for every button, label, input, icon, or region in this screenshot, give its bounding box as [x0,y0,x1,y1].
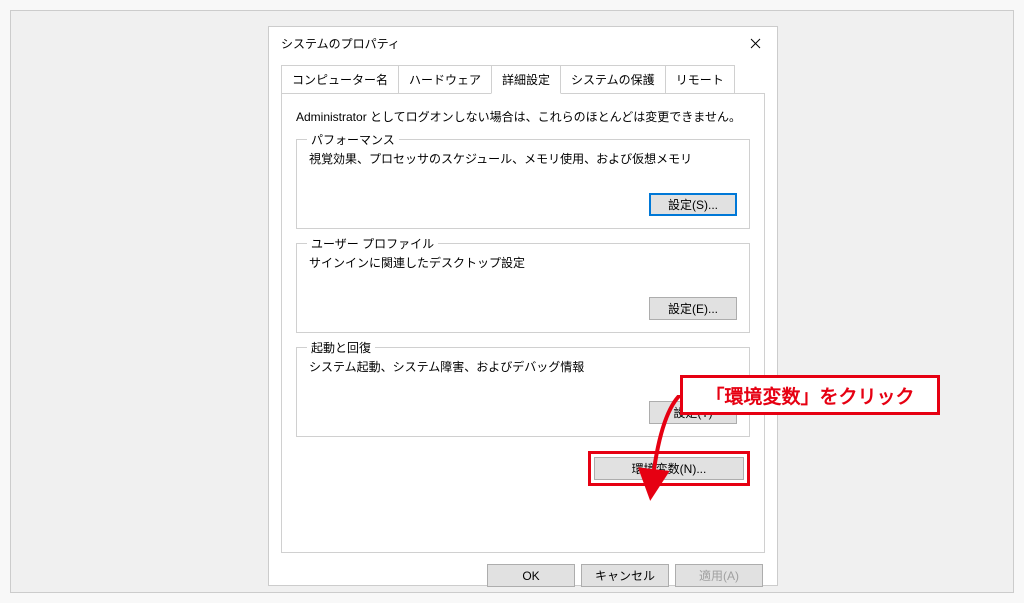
tab-hardware[interactable]: ハードウェア [398,65,492,94]
user-profile-legend: ユーザー プロファイル [307,235,438,252]
performance-settings-button[interactable]: 設定(S)... [649,193,737,216]
tabs: コンピューター名 ハードウェア 詳細設定 システムの保護 リモート [281,65,765,94]
startup-legend: 起動と回復 [307,339,375,356]
cancel-button[interactable]: キャンセル [581,564,669,587]
user-profile-settings-button[interactable]: 設定(E)... [649,297,737,320]
outer-frame: システムのプロパティ コンピューター名 ハードウェア 詳細設定 システムの保護 … [10,10,1014,593]
performance-legend: パフォーマンス [307,131,399,148]
env-row: 環境変数(N)... [296,451,750,486]
close-button[interactable] [741,29,769,57]
tab-remote[interactable]: リモート [665,65,735,94]
dialog-bottom-buttons: OK キャンセル 適用(A) [269,564,777,601]
ok-button[interactable]: OK [487,564,575,587]
tab-system-protection[interactable]: システムの保護 [560,65,666,94]
tab-content-advanced: Administrator としてログオンしない場合は、これらのほとんどは変更で… [281,93,765,553]
startup-desc: システム起動、システム障害、およびデバッグ情報 [309,358,737,375]
environment-variables-button[interactable]: 環境変数(N)... [594,457,744,480]
dialog-title: システムのプロパティ [281,35,400,52]
titlebar: システムのプロパティ [269,27,777,59]
user-profile-fieldset: ユーザー プロファイル サインインに関連したデスクトップ設定 設定(E)... [296,243,750,333]
tab-computer-name[interactable]: コンピューター名 [281,65,399,94]
system-properties-dialog: システムのプロパティ コンピューター名 ハードウェア 詳細設定 システムの保護 … [268,26,778,586]
tab-advanced[interactable]: 詳細設定 [491,65,561,94]
close-icon [750,38,761,49]
admin-note: Administrator としてログオンしない場合は、これらのほとんどは変更で… [296,108,750,125]
callout-text: 「環境変数」をクリック [705,382,914,409]
apply-button: 適用(A) [675,564,763,587]
performance-fieldset: パフォーマンス 視覚効果、プロセッサのスケジュール、メモリ使用、および仮想メモリ… [296,139,750,229]
user-profile-desc: サインインに関連したデスクトップ設定 [309,254,737,271]
performance-desc: 視覚効果、プロセッサのスケジュール、メモリ使用、および仮想メモリ [309,150,737,167]
annotation-callout: 「環境変数」をクリック [680,375,940,415]
env-button-highlight: 環境変数(N)... [588,451,750,486]
